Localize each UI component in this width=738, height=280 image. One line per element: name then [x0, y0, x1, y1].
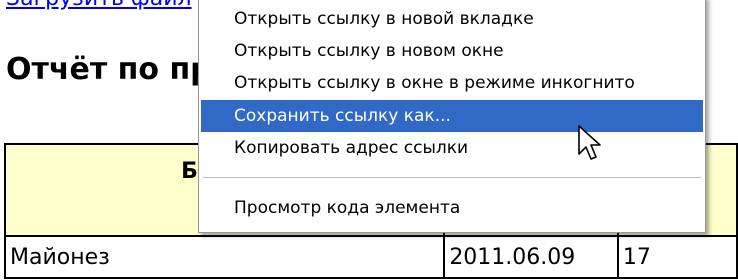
menu-item-inspect-element[interactable]: Просмотр кода элемента	[201, 192, 703, 224]
menu-separator	[203, 177, 701, 178]
menu-item-open-new-tab[interactable]: Открыть ссылку в новой вкладке	[201, 3, 703, 35]
context-menu: Открыть ссылку в новой вкладке Открыть с…	[198, 0, 706, 233]
table-cell: 17	[616, 235, 738, 279]
table-row: Майонез 2011.06.09 17	[3, 235, 738, 279]
arrow-pointer-icon	[578, 125, 601, 160]
table-cell: 2011.06.09	[443, 235, 619, 279]
menu-item-open-new-window[interactable]: Открыть ссылку в новом окне	[201, 35, 703, 67]
table-cell: Майонез	[3, 235, 446, 279]
menu-item-copy-link-address[interactable]: Копировать адрес ссылки	[201, 132, 703, 164]
top-link[interactable]: Загрузить файл	[6, 0, 192, 11]
menu-item-save-link-as[interactable]: Сохранить ссылку как...	[201, 100, 703, 132]
menu-item-open-incognito[interactable]: Открыть ссылку в окне в режиме инкогнито	[201, 67, 703, 99]
